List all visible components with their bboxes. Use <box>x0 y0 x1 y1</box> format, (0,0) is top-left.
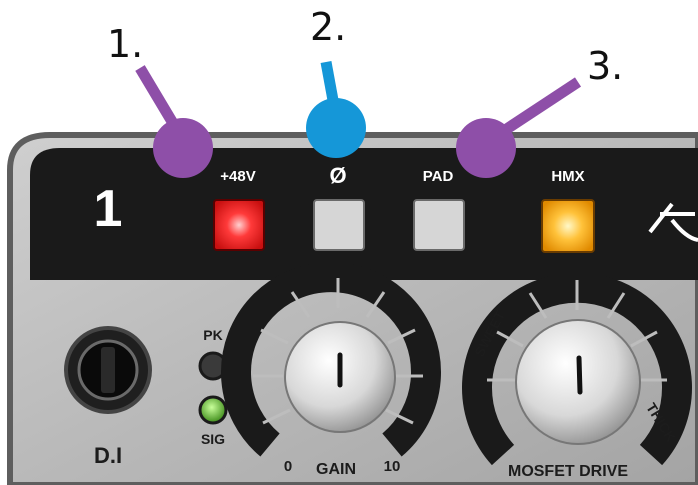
peak-label: PK <box>203 327 222 343</box>
callout-3-dot-icon <box>456 118 516 178</box>
callout-1-dot-icon <box>153 118 213 178</box>
callout-2-dot-icon <box>306 98 366 158</box>
signal-led <box>198 395 228 425</box>
drive-knob-indicator <box>576 355 583 395</box>
callout-3-label: 3. <box>587 44 623 88</box>
hmx-label: HMX <box>551 168 584 185</box>
pad-label: PAD <box>423 168 454 185</box>
phase-invert-button[interactable] <box>313 199 365 251</box>
callout-2-label: 2. <box>310 5 346 49</box>
gain-max-label: 10 <box>384 458 401 475</box>
di-jack-slot-icon <box>101 347 115 393</box>
signal-label: SIG <box>201 431 225 447</box>
callout-1-label: 1. <box>107 22 143 66</box>
phantom-label: +48V <box>220 168 255 185</box>
hmx-button[interactable] <box>541 199 595 253</box>
phantom-power-button[interactable] <box>213 199 265 251</box>
gain-label: GAIN <box>316 461 356 478</box>
di-label: D.I <box>94 443 122 468</box>
mosfet-drive-label: MOSFET DRIVE <box>508 463 628 480</box>
gain-min-label: 0 <box>284 458 292 475</box>
channel-number: 1 <box>94 180 123 238</box>
preamp-panel-illustration: 1 +48V Ø PAD HMX D.I PK SIG 0 GAIN 10 SW… <box>7 5 698 485</box>
pad-button[interactable] <box>413 199 465 251</box>
phase-label: Ø <box>329 163 346 188</box>
